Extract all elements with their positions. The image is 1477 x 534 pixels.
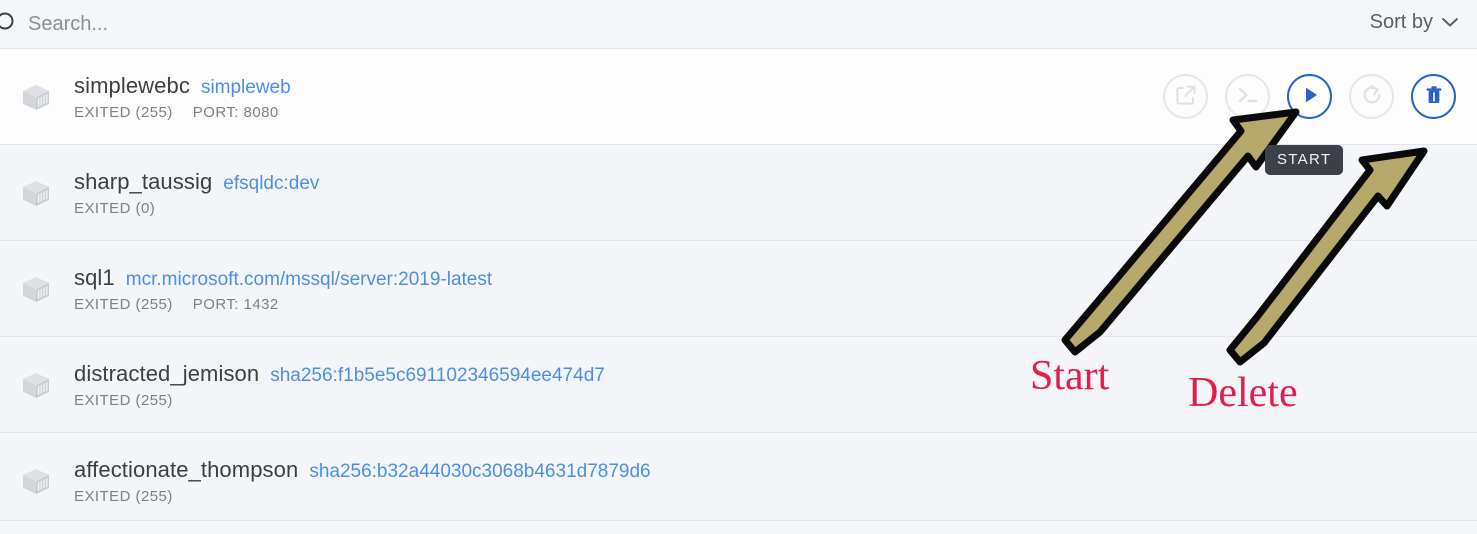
container-cube-icon bbox=[18, 367, 54, 403]
open-in-browser-button bbox=[1163, 74, 1208, 119]
container-meta-line: EXITED (255) bbox=[74, 488, 1456, 505]
container-name-line: sql1 mcr.microsoft.com/mssql/server:2019-… bbox=[74, 265, 1456, 291]
container-name: sql1 bbox=[74, 264, 115, 290]
annotation-label-delete: Delete bbox=[1188, 370, 1298, 416]
container-name: affectionate_thompson bbox=[74, 456, 299, 482]
chevron-down-icon bbox=[1441, 11, 1459, 34]
container-image-link[interactable]: mcr.microsoft.com/mssql/server:2019-late… bbox=[126, 269, 492, 291]
cli-button bbox=[1225, 74, 1270, 119]
container-status: EXITED (0) bbox=[74, 199, 156, 217]
container-image-link[interactable]: efsqldc:dev bbox=[223, 173, 319, 195]
container-port: PORT: 1432 bbox=[192, 295, 279, 313]
container-name: simplewebc bbox=[74, 72, 190, 98]
container-name-line: affectionate_thompson sha256:b32a44030c30… bbox=[74, 457, 1456, 483]
container-name-line: simplewebc simpleweb bbox=[74, 73, 1163, 99]
container-cube-icon bbox=[18, 79, 54, 115]
external-link-icon bbox=[1175, 84, 1197, 109]
docker-containers-panel: Sort by simplewebc simpleweb EXITED (255) P… bbox=[0, 0, 1477, 534]
terminal-icon bbox=[1236, 85, 1260, 108]
delete-button[interactable] bbox=[1411, 74, 1456, 119]
list-bottom-edge bbox=[0, 520, 1477, 534]
container-image-link[interactable]: sha256:f1b5e5c691102346594ee474d7 bbox=[270, 365, 605, 387]
restart-button bbox=[1349, 74, 1394, 119]
trash-icon bbox=[1423, 84, 1445, 109]
container-actions bbox=[1163, 74, 1456, 119]
container-row[interactable]: affectionate_thompson sha256:b32a44030c30… bbox=[0, 433, 1477, 529]
container-row[interactable]: simplewebc simpleweb EXITED (255) PORT: 808… bbox=[0, 49, 1477, 145]
container-cube-icon bbox=[18, 271, 54, 307]
container-status: EXITED (255) bbox=[74, 391, 173, 409]
toolbar: Sort by bbox=[0, 0, 1477, 49]
container-name: distracted_jemison bbox=[74, 360, 260, 386]
sort-by-dropdown[interactable]: Sort by bbox=[1370, 11, 1459, 34]
container-status: EXITED (255) bbox=[74, 103, 173, 121]
container-info: sql1 mcr.microsoft.com/mssql/server:2019-… bbox=[74, 265, 1456, 313]
search-icon bbox=[0, 12, 16, 38]
container-cube-icon bbox=[18, 175, 54, 211]
container-meta-line: EXITED (255) PORT: 1432 bbox=[74, 296, 1456, 313]
play-icon bbox=[1299, 84, 1321, 109]
start-tooltip: START bbox=[1265, 145, 1344, 175]
container-image-link[interactable]: sha256:b32a44030c3068b4631d7879d6 bbox=[309, 461, 650, 483]
container-name-line: sharp_taussig efsqldc:dev bbox=[74, 169, 1456, 195]
start-button[interactable] bbox=[1287, 74, 1332, 119]
container-image-link[interactable]: simpleweb bbox=[201, 77, 291, 99]
annotation-label-start: Start bbox=[1030, 353, 1110, 399]
container-meta-line: EXITED (255) PORT: 8080 bbox=[74, 104, 1163, 121]
restart-icon bbox=[1361, 84, 1383, 109]
container-status: EXITED (255) bbox=[74, 487, 173, 505]
container-row[interactable]: sharp_taussig efsqldc:dev EXITED (0) bbox=[0, 145, 1477, 241]
container-info: affectionate_thompson sha256:b32a44030c30… bbox=[74, 457, 1456, 505]
search-input[interactable] bbox=[28, 0, 928, 48]
container-cube-icon bbox=[18, 463, 54, 499]
container-list: simplewebc simpleweb EXITED (255) PORT: 808… bbox=[0, 49, 1477, 529]
container-info: simplewebc simpleweb EXITED (255) PORT: 808… bbox=[74, 73, 1163, 121]
sort-by-label: Sort by bbox=[1369, 11, 1433, 33]
container-name: sharp_taussig bbox=[74, 168, 213, 194]
container-port: PORT: 8080 bbox=[192, 103, 279, 121]
container-status: EXITED (255) bbox=[74, 295, 173, 313]
container-meta-line: EXITED (0) bbox=[74, 200, 1456, 217]
container-row[interactable]: sql1 mcr.microsoft.com/mssql/server:2019-… bbox=[0, 241, 1477, 337]
container-info: sharp_taussig efsqldc:dev EXITED (0) bbox=[74, 169, 1456, 217]
